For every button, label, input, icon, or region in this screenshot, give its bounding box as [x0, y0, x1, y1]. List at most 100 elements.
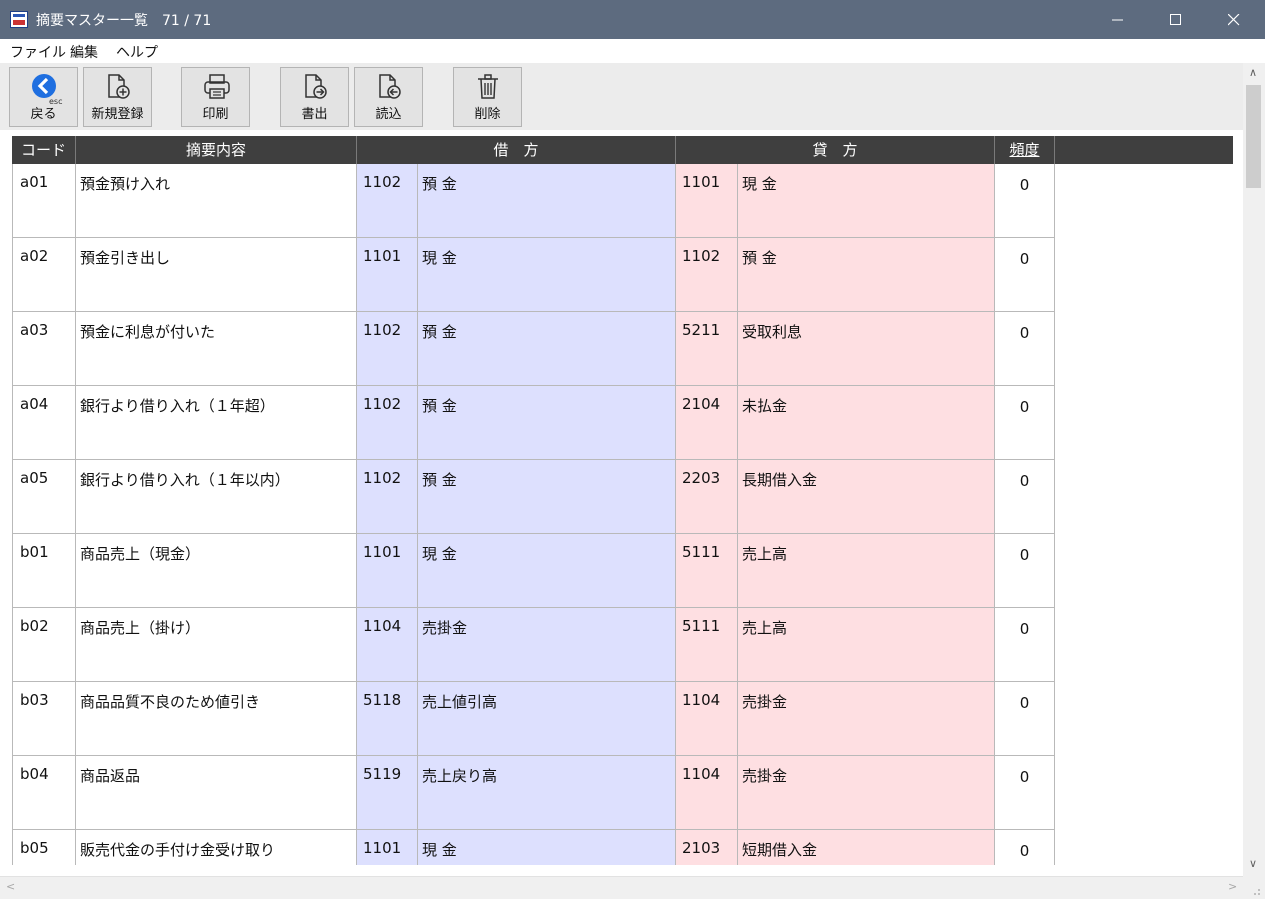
- app-icon: [10, 11, 28, 28]
- table-row[interactable]: b03 商品品質不良のため値引き 5118 売上値引高 1104 売掛金 0: [12, 682, 1055, 756]
- table-header: コード 摘要内容 借 方 貸 方 頻度: [12, 136, 1233, 164]
- maximize-button[interactable]: [1148, 0, 1204, 39]
- cell-debit-code: 1101: [357, 238, 418, 311]
- back-label: 戻る: [30, 107, 57, 122]
- header-frequency[interactable]: 頻度: [995, 136, 1055, 164]
- cell-frequency: 0: [995, 608, 1055, 681]
- new-button[interactable]: 新規登録: [83, 67, 152, 127]
- cell-code: b03: [12, 682, 76, 755]
- back-button[interactable]: esc 戻る: [9, 67, 78, 127]
- cell-credit-code: 2104: [676, 386, 738, 459]
- cell-debit-code: 1102: [357, 164, 418, 237]
- header-credit[interactable]: 貸 方: [676, 136, 995, 164]
- cell-credit-name: 売掛金: [738, 756, 995, 829]
- scroll-down-icon[interactable]: ∨: [1249, 857, 1257, 870]
- cell-debit-name: 預 金: [418, 312, 676, 385]
- close-icon: [1228, 13, 1240, 25]
- table-row[interactable]: a05 銀行より借り入れ（１年以内） 1102 預 金 2203 長期借入金 0: [12, 460, 1055, 534]
- cell-frequency: 0: [995, 460, 1055, 533]
- delete-button[interactable]: 削除: [453, 67, 522, 127]
- cell-frequency: 0: [995, 164, 1055, 237]
- cell-debit-name: 現 金: [418, 238, 676, 311]
- export-label: 書出: [301, 107, 328, 122]
- header-desc[interactable]: 摘要内容: [76, 136, 357, 164]
- import-button[interactable]: 読込: [354, 67, 423, 127]
- import-icon: [379, 74, 401, 99]
- table-row[interactable]: b01 商品売上（現金） 1101 現 金 5111 売上高 0: [12, 534, 1055, 608]
- vertical-scroll-thumb[interactable]: [1246, 85, 1261, 188]
- cell-credit-code: 1101: [676, 164, 738, 237]
- cell-desc: 商品売上（現金）: [76, 534, 357, 607]
- table-row[interactable]: a02 預金引き出し 1101 現 金 1102 預 金 0: [12, 238, 1055, 312]
- scroll-right-icon[interactable]: >: [1228, 880, 1237, 893]
- table-row[interactable]: b05 販売代金の手付け金受け取り 1101 現 金 2103 短期借入金 0: [12, 830, 1055, 865]
- cell-code: b02: [12, 608, 76, 681]
- cell-debit-code: 5118: [357, 682, 418, 755]
- cell-credit-name: 売掛金: [738, 682, 995, 755]
- cell-desc: 商品売上（掛け）: [76, 608, 357, 681]
- menu-file[interactable]: ファイル: [10, 42, 66, 62]
- cell-debit-name: 預 金: [418, 460, 676, 533]
- cell-debit-code: 1104: [357, 608, 418, 681]
- resize-grip-icon: [1254, 889, 1260, 895]
- cell-debit-name: 預 金: [418, 164, 676, 237]
- print-label: 印刷: [202, 107, 229, 122]
- cell-frequency: 0: [995, 534, 1055, 607]
- cell-credit-name: 預 金: [738, 238, 995, 311]
- cell-credit-code: 1102: [676, 238, 738, 311]
- cell-desc: 銀行より借り入れ（１年超）: [76, 386, 357, 459]
- new-document-icon: [108, 74, 130, 99]
- cell-code: b04: [12, 756, 76, 829]
- cell-credit-name: 売上高: [738, 608, 995, 681]
- print-button[interactable]: 印刷: [181, 67, 250, 127]
- cell-debit-name: 現 金: [418, 534, 676, 607]
- cell-debit-code: 1102: [357, 386, 418, 459]
- cell-debit-name: 売掛金: [418, 608, 676, 681]
- cell-code: a01: [12, 164, 76, 237]
- header-debit[interactable]: 借 方: [357, 136, 676, 164]
- close-button[interactable]: [1206, 0, 1262, 39]
- scroll-left-icon[interactable]: <: [6, 880, 15, 893]
- cell-debit-name: 売上値引高: [418, 682, 676, 755]
- cell-debit-code: 1101: [357, 830, 418, 865]
- cell-debit-name: 現 金: [418, 830, 676, 865]
- table-row[interactable]: b02 商品売上（掛け） 1104 売掛金 5111 売上高 0: [12, 608, 1055, 682]
- cell-frequency: 0: [995, 386, 1055, 459]
- table-row[interactable]: b04 商品返品 5119 売上戻り高 1104 売掛金 0: [12, 756, 1055, 830]
- cell-credit-code: 5111: [676, 534, 738, 607]
- cell-frequency: 0: [995, 312, 1055, 385]
- cell-debit-code: 1101: [357, 534, 418, 607]
- minimize-button[interactable]: [1090, 0, 1146, 39]
- cell-desc: 販売代金の手付け金受け取り: [76, 830, 357, 865]
- table-row[interactable]: a01 預金預け入れ 1102 預 金 1101 現 金 0: [12, 164, 1055, 238]
- cell-credit-code: 2203: [676, 460, 738, 533]
- title-bar: 摘要マスター一覧 71 / 71: [0, 0, 1265, 39]
- toolbar: esc 戻る 新規登録 印刷 書出 読込 削除: [0, 63, 1243, 130]
- cell-frequency: 0: [995, 238, 1055, 311]
- menu-help[interactable]: ヘルプ: [116, 42, 158, 62]
- vertical-scrollbar[interactable]: ∧ ∨: [1243, 63, 1265, 876]
- cell-credit-name: 短期借入金: [738, 830, 995, 865]
- cell-desc: 銀行より借り入れ（１年以内）: [76, 460, 357, 533]
- table-row[interactable]: a03 預金に利息が付いた 1102 預 金 5211 受取利息 0: [12, 312, 1055, 386]
- header-code[interactable]: コード: [12, 136, 76, 164]
- export-icon: [305, 74, 327, 99]
- cell-credit-code: 5111: [676, 608, 738, 681]
- cell-debit-code: 1102: [357, 460, 418, 533]
- cell-code: b05: [12, 830, 76, 865]
- menu-edit[interactable]: 編集: [70, 42, 98, 62]
- trash-icon: [478, 74, 498, 99]
- back-icon: [32, 74, 56, 98]
- cell-code: b01: [12, 534, 76, 607]
- new-label: 新規登録: [91, 107, 144, 122]
- minimize-icon: [1112, 19, 1123, 20]
- cell-code: a02: [12, 238, 76, 311]
- scroll-up-icon[interactable]: ∧: [1249, 66, 1257, 79]
- table-row[interactable]: a04 銀行より借り入れ（１年超） 1102 預 金 2104 未払金 0: [12, 386, 1055, 460]
- cell-credit-code: 1104: [676, 756, 738, 829]
- cell-debit-name: 預 金: [418, 386, 676, 459]
- export-button[interactable]: 書出: [280, 67, 349, 127]
- delete-label: 削除: [474, 107, 501, 122]
- resize-grip[interactable]: [1243, 876, 1265, 899]
- horizontal-scrollbar[interactable]: < >: [0, 876, 1243, 899]
